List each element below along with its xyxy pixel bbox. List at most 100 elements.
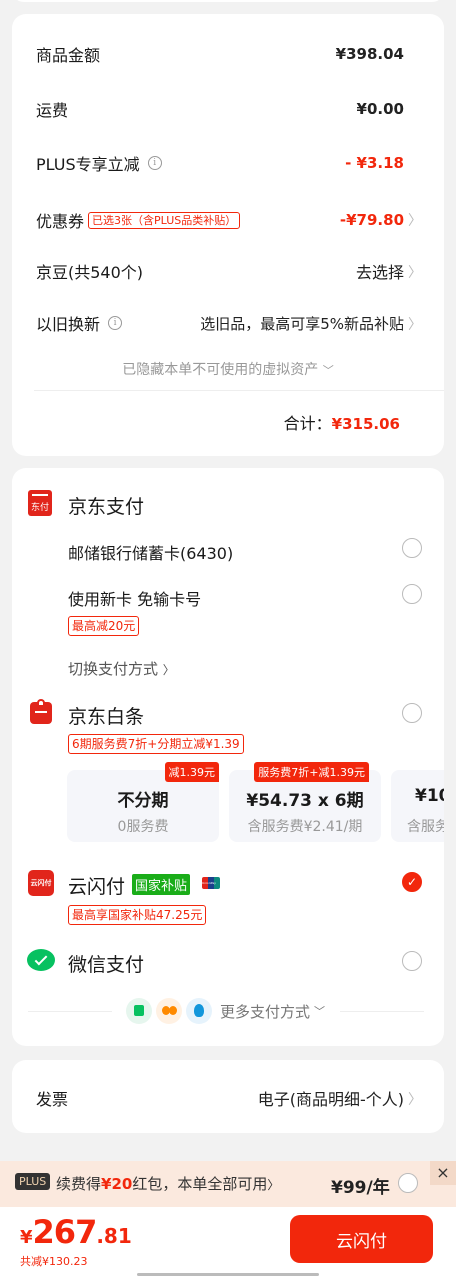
baitiao-logo-icon xyxy=(30,699,52,724)
home-indicator xyxy=(137,1273,319,1276)
wechat-radio[interactable] xyxy=(402,951,422,971)
jd-pay-logo-text: 东付 xyxy=(30,503,49,513)
plus-text-highlight: ¥20 xyxy=(101,1175,133,1193)
trade-in-value: 选旧品，最高可享5%新品补贴 xyxy=(200,314,404,333)
group-pay-icon xyxy=(156,998,182,1024)
pay-button[interactable]: 云闪付 xyxy=(290,1215,433,1263)
divider xyxy=(340,1011,424,1012)
amount-decimal: .81 xyxy=(96,1224,132,1248)
payable-amount: ¥267.81 xyxy=(20,1213,132,1251)
jd-pay-card1-radio[interactable] xyxy=(402,538,422,558)
installment-sub: 含服务费¥2.41/期 xyxy=(247,819,363,835)
amount-currency: ¥ xyxy=(20,1227,33,1248)
jd-pay-logo-icon: 东付 xyxy=(28,490,52,516)
payment-card: 东付 京东支付 邮储银行储蓄卡(6430) 使用新卡 免输卡号 最高减20元 切… xyxy=(12,468,444,1046)
wallet-icon xyxy=(126,998,152,1024)
plus-discount-label: PLUS专享立减 xyxy=(36,155,140,174)
shipping-label: 运费 xyxy=(36,101,69,120)
jd-pay-title: 京东支付 xyxy=(68,496,145,518)
installment-sub: 0服务费 xyxy=(117,819,169,835)
plus-text-post: 红包，本单全部可用 xyxy=(132,1175,268,1193)
installment-main: ¥54.73 x 6期 xyxy=(246,791,364,811)
installment-main: ¥10 xyxy=(415,786,444,806)
chevron-down-icon: ﹀ xyxy=(314,1005,326,1018)
coupon-value: -¥79.80 xyxy=(339,211,404,229)
chevron-right-icon: 〉 xyxy=(408,213,422,229)
plus-discount-value: - ¥3.18 xyxy=(345,154,404,172)
national-subsidy-badge: 国家补贴 xyxy=(132,874,191,895)
hidden-assets-text: 已隐藏本单不可使用的虚拟资产 xyxy=(122,362,319,378)
total-label: 合计： xyxy=(283,414,332,433)
installment-option-12[interactable]: ¥10 含服务 xyxy=(391,770,444,842)
baitiao-title: 京东白条 xyxy=(68,706,145,728)
unionpay-logo-text: 云闪付 xyxy=(30,879,52,887)
installment-sub: 含服务 xyxy=(407,819,444,835)
divider xyxy=(28,1011,112,1012)
baitiao-radio[interactable] xyxy=(402,703,422,723)
invoice-label: 发票 xyxy=(36,1090,69,1109)
chevron-down-icon: ﹀ xyxy=(322,364,334,377)
installment-badge: 服务费7折+减1.39元 xyxy=(254,762,369,782)
unionpay-card-icon: UnionPay xyxy=(202,877,220,889)
more-payment-methods[interactable]: 更多支付方式 ﹀ xyxy=(126,998,325,1024)
total-value: ¥315.06 xyxy=(331,415,400,433)
jd-bean-label: 京豆(共540个) xyxy=(36,263,144,282)
info-icon[interactable]: i xyxy=(147,156,162,170)
jd-pay-new-card-tag: 最高减20元 xyxy=(68,616,140,636)
goods-amount-value: ¥398.04 xyxy=(335,45,404,63)
jd-pay-card1-label: 邮储银行储蓄卡(6430) xyxy=(68,544,234,563)
invoice-value: 电子(商品明细-个人) xyxy=(257,1090,404,1109)
info-icon[interactable]: i xyxy=(108,316,123,330)
divider xyxy=(34,390,444,391)
jd-bean-value: 去选择 xyxy=(355,263,404,282)
switch-payment-link[interactable]: 切换支付方式 〉 xyxy=(68,658,175,679)
plus-text-pre: 续费得 xyxy=(56,1175,102,1193)
unionpay-card-text: UnionPay xyxy=(202,881,216,885)
plus-discount-row: PLUS专享立减 i - ¥3.18 xyxy=(36,151,404,175)
plus-banner-text: 续费得¥20红包，本单全部可用〉 xyxy=(56,1173,279,1194)
plus-badge: PLUS xyxy=(15,1173,51,1190)
unionpay-radio-checked[interactable]: ✓ xyxy=(402,872,422,892)
coupon-row[interactable]: 优惠券 已选3张（含PLUS品类补贴） -¥79.80 xyxy=(36,208,404,232)
shipping-value: ¥0.00 xyxy=(356,100,404,118)
installment-option-none[interactable]: 减1.39元 不分期 0服务费 xyxy=(67,762,219,842)
goods-amount-row: 商品金额 ¥398.04 xyxy=(36,42,404,66)
trade-in-label: 以旧换新 xyxy=(36,315,101,334)
plus-renew-radio[interactable] xyxy=(398,1173,418,1193)
jd-bean-row[interactable]: 京豆(共540个) 去选择 xyxy=(36,259,404,283)
coupon-tag: 已选3张（含PLUS品类补贴） xyxy=(88,211,241,229)
checkout-footer: ¥267.81 共减¥130.23 云闪付 xyxy=(0,1207,456,1278)
goods-amount-label: 商品金额 xyxy=(36,46,101,65)
chevron-right-icon: 〉 xyxy=(162,663,175,677)
shipping-row: 运费 ¥0.00 xyxy=(36,97,404,121)
wechat-title: 微信支付 xyxy=(68,954,145,976)
jd-pay-new-card-label: 使用新卡 免输卡号 xyxy=(68,590,202,609)
unionpay-title: 云闪付 xyxy=(68,876,126,898)
installment-badge: 减1.39元 xyxy=(164,762,219,782)
coupon-label: 优惠券 xyxy=(36,212,85,231)
qq-icon xyxy=(186,998,212,1024)
installment-option-6[interactable]: 服务费7折+减1.39元 ¥54.73 x 6期 含服务费¥2.41/期 xyxy=(229,762,381,842)
hidden-assets-toggle[interactable]: 已隐藏本单不可使用的虚拟资产 ﹀ xyxy=(12,359,444,379)
baitiao-tag: 6期服务费7折+分期立减¥1.39 xyxy=(68,734,244,754)
chevron-right-icon: 〉 xyxy=(408,1092,422,1108)
jd-pay-new-card-radio[interactable] xyxy=(402,584,422,604)
installment-main: 不分期 xyxy=(117,791,169,811)
more-payment-text: 更多支付方式 xyxy=(220,1002,311,1021)
top-card-edge xyxy=(12,0,444,2)
trade-in-row[interactable]: 以旧换新 i 选旧品，最高可享5%新品补贴 xyxy=(36,311,404,335)
plus-price: ¥99/年 xyxy=(331,1178,390,1198)
invoice-card[interactable]: 发票 电子(商品明细-个人) 〉 xyxy=(12,1060,444,1133)
total-saved: 共减¥130.23 xyxy=(20,1255,88,1268)
chevron-right-icon: 〉 xyxy=(408,317,422,333)
unionpay-tag: 最高享国家补贴47.25元 xyxy=(68,905,207,925)
total-row: 合计：¥315.06 xyxy=(284,410,400,434)
order-summary-card: 商品金额 ¥398.04 运费 ¥0.00 PLUS专享立减 i - ¥3.18… xyxy=(12,14,444,456)
invoice-row[interactable]: 发票 电子(商品明细-个人) xyxy=(36,1086,404,1110)
close-icon[interactable]: × xyxy=(430,1161,456,1185)
chevron-right-icon: 〉 xyxy=(408,265,422,281)
plus-renewal-banner[interactable]: PLUS 续费得¥20红包，本单全部可用〉 ¥99/年 × xyxy=(0,1161,456,1207)
amount-integer: 267 xyxy=(32,1213,98,1251)
wechat-logo-icon xyxy=(27,949,55,971)
switch-payment-text: 切换支付方式 xyxy=(68,660,159,678)
